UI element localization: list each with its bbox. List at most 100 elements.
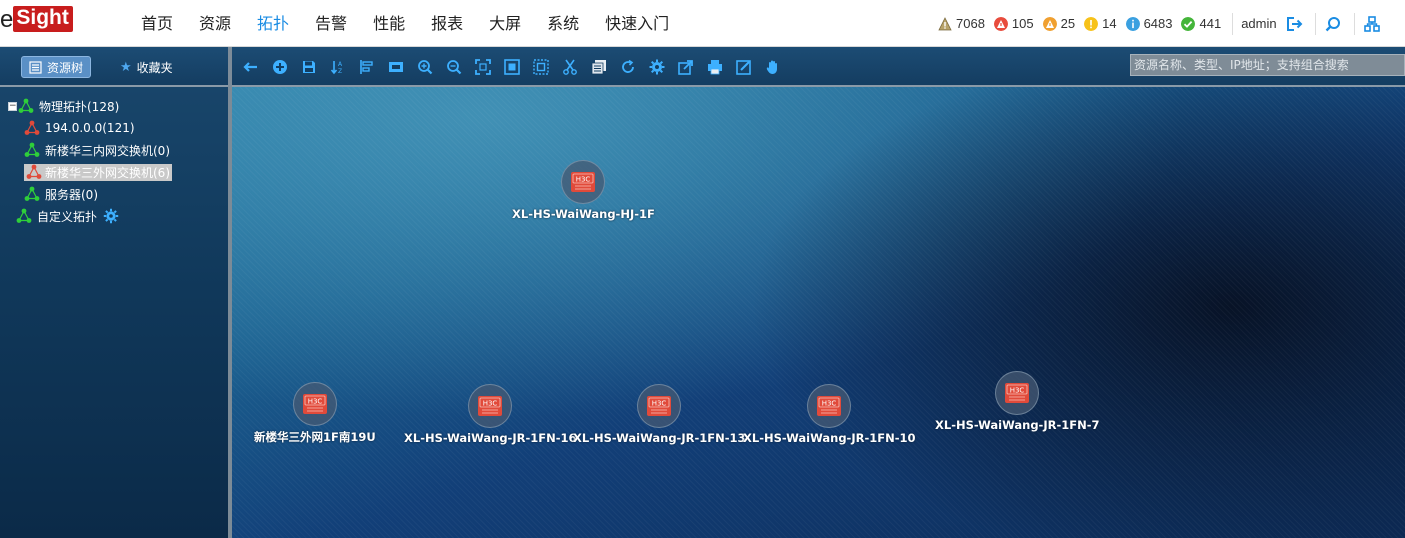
save-icon[interactable] bbox=[300, 58, 318, 76]
global-search-icon[interactable] bbox=[1324, 15, 1342, 33]
logo-main: Sight bbox=[13, 6, 73, 32]
svg-text:H3C: H3C bbox=[483, 400, 498, 408]
header-divider-2 bbox=[1314, 12, 1316, 35]
device-node[interactable]: H3C XL-HS-WaiWang-JR-1FN-7 bbox=[935, 371, 1100, 432]
info-alarm-value: 6483 bbox=[1143, 16, 1173, 31]
device-node[interactable]: H3C XL-HS-WaiWang-HJ-1F bbox=[512, 160, 655, 221]
device-node[interactable]: H3C XL-HS-WaiWang-JR-1FN-16 bbox=[404, 384, 577, 445]
nav-quickstart[interactable]: 快速入门 bbox=[592, 0, 682, 47]
topology-group-icon bbox=[24, 142, 40, 157]
warning-alarm-count[interactable]: 14 bbox=[1084, 16, 1117, 31]
align-left-icon[interactable] bbox=[358, 58, 376, 76]
device-label: XL-HS-WaiWang-JR-1FN-16 bbox=[404, 431, 577, 445]
tree-node-physical-topology[interactable]: − 物理拓扑(128) bbox=[8, 95, 172, 117]
svg-text:H3C: H3C bbox=[652, 400, 667, 408]
actual-size-icon[interactable] bbox=[503, 58, 521, 76]
alarm-stats: 7068 105 25 14 6483 441 admin bbox=[938, 0, 1391, 47]
export-icon[interactable] bbox=[677, 58, 695, 76]
logout-icon[interactable] bbox=[1285, 15, 1303, 33]
back-icon[interactable] bbox=[242, 58, 260, 76]
tree-node-label: 物理拓扑(128) bbox=[39, 99, 120, 114]
resource-tree-panel: − 物理拓扑(128) 194.0.0.0(121) 新楼华三内网交换机(0) … bbox=[0, 87, 228, 538]
edit-icon[interactable] bbox=[735, 58, 753, 76]
tab-resource-tree[interactable]: 资源树 bbox=[21, 56, 92, 78]
svg-text:H3C: H3C bbox=[1010, 387, 1025, 395]
cleared-alarm-value: 441 bbox=[1199, 16, 1222, 31]
tree-node-subnet[interactable]: 194.0.0.0(121) bbox=[8, 117, 172, 139]
properties-icon[interactable] bbox=[590, 58, 608, 76]
tab-favorites[interactable]: ★ 收藏夹 bbox=[113, 56, 180, 78]
left-panel-tabs: 资源树 ★ 收藏夹 bbox=[0, 47, 228, 87]
cleared-alarm-count[interactable]: 441 bbox=[1181, 16, 1221, 31]
tab-favorites-label: 收藏夹 bbox=[136, 60, 173, 75]
fit-window-icon[interactable] bbox=[387, 58, 405, 76]
nav-performance[interactable]: 性能 bbox=[360, 0, 418, 47]
collapse-toggle[interactable]: − bbox=[8, 101, 17, 111]
nav-topology[interactable]: 拓扑 bbox=[244, 0, 302, 47]
nav-system[interactable]: 系统 bbox=[534, 0, 592, 47]
tree-node-internal-switch[interactable]: 新楼华三内网交换机(0) bbox=[8, 139, 172, 161]
nav-alarm[interactable]: 告警 bbox=[302, 0, 360, 47]
warning-alarm-value: 14 bbox=[1102, 16, 1117, 31]
critical-alarm-icon bbox=[938, 16, 952, 30]
device-label: 新楼华三外网1F南19U bbox=[254, 430, 376, 444]
refresh-icon[interactable] bbox=[619, 58, 637, 76]
device-node[interactable]: H3C 新楼华三外网1F南19U bbox=[254, 382, 376, 445]
minor-alarm-count[interactable]: 25 bbox=[1042, 16, 1075, 31]
header-divider bbox=[1232, 12, 1234, 35]
user-name[interactable]: admin bbox=[1241, 16, 1276, 31]
switch-device-icon: H3C bbox=[292, 382, 337, 426]
tree-node-label: 新楼华三内网交换机(0) bbox=[45, 143, 170, 158]
print-icon[interactable] bbox=[706, 58, 724, 76]
tree-node-label: 自定义拓扑 bbox=[37, 209, 98, 224]
nav-report[interactable]: 报表 bbox=[418, 0, 476, 47]
select-all-icon[interactable] bbox=[532, 58, 550, 76]
toolbar-divider bbox=[228, 47, 232, 87]
major-alarm-value: 105 bbox=[1011, 16, 1034, 31]
resource-tree-icon bbox=[29, 60, 42, 74]
tree-node-external-switch[interactable]: 新楼华三外网交换机(6) bbox=[8, 161, 172, 183]
topology-group-icon bbox=[16, 208, 32, 223]
svg-text:A: A bbox=[338, 61, 343, 68]
nav-resource[interactable]: 资源 bbox=[186, 0, 244, 47]
switch-device-icon: H3C bbox=[468, 384, 513, 428]
critical-alarm-count[interactable]: 7068 bbox=[938, 16, 985, 31]
svg-text:H3C: H3C bbox=[308, 398, 323, 406]
tree-node-custom-topology[interactable]: 自定义拓扑 bbox=[8, 205, 172, 227]
major-alarm-icon bbox=[993, 16, 1008, 31]
device-node[interactable]: H3C XL-HS-WaiWang-JR-1FN-10 bbox=[743, 384, 916, 445]
add-icon[interactable] bbox=[271, 58, 289, 76]
switch-device-icon: H3C bbox=[995, 371, 1040, 415]
nav-home[interactable]: 首页 bbox=[128, 0, 186, 47]
tree-node-servers[interactable]: 服务器(0) bbox=[8, 183, 172, 205]
info-alarm-icon bbox=[1125, 16, 1140, 31]
warning-alarm-icon bbox=[1084, 16, 1099, 31]
topology-group-icon bbox=[26, 164, 42, 179]
svg-text:H3C: H3C bbox=[822, 400, 837, 408]
topology-group-icon bbox=[18, 98, 34, 113]
toolbar-row: 资源树 ★ 收藏夹 AZ bbox=[0, 47, 1405, 87]
zoom-in-icon[interactable] bbox=[416, 58, 434, 76]
main-nav: 首页 资源 拓扑 告警 性能 报表 大屏 系统 快速入门 bbox=[128, 0, 682, 47]
device-node[interactable]: H3C XL-HS-WaiWang-JR-1FN-13 bbox=[573, 384, 746, 445]
cut-icon[interactable] bbox=[561, 58, 579, 76]
resource-search-input[interactable] bbox=[1130, 54, 1405, 76]
sort-icon[interactable]: AZ bbox=[329, 58, 347, 76]
device-label: XL-HS-WaiWang-HJ-1F bbox=[512, 207, 655, 221]
nav-bigscreen[interactable]: 大屏 bbox=[476, 0, 534, 47]
esight-logo[interactable]: e Sight bbox=[0, 6, 73, 34]
info-alarm-count[interactable]: 6483 bbox=[1125, 16, 1173, 31]
pan-hand-icon[interactable] bbox=[764, 58, 782, 76]
tree-node-label: 服务器(0) bbox=[45, 187, 98, 202]
topology-canvas[interactable]: H3C XL-HS-WaiWang-HJ-1F H3C 新楼华三外网1F南19U… bbox=[232, 87, 1405, 538]
major-alarm-count[interactable]: 105 bbox=[993, 16, 1034, 31]
svg-text:Z: Z bbox=[338, 68, 342, 75]
zoom-out-icon[interactable] bbox=[445, 58, 463, 76]
minor-alarm-icon bbox=[1042, 16, 1057, 31]
settings-icon[interactable] bbox=[648, 58, 666, 76]
topology-group-icon bbox=[24, 120, 40, 135]
topology-shortcut-icon[interactable] bbox=[1363, 15, 1381, 33]
header-divider-3 bbox=[1353, 12, 1355, 35]
fullscreen-icon[interactable] bbox=[474, 58, 492, 76]
gear-icon[interactable] bbox=[103, 208, 119, 224]
